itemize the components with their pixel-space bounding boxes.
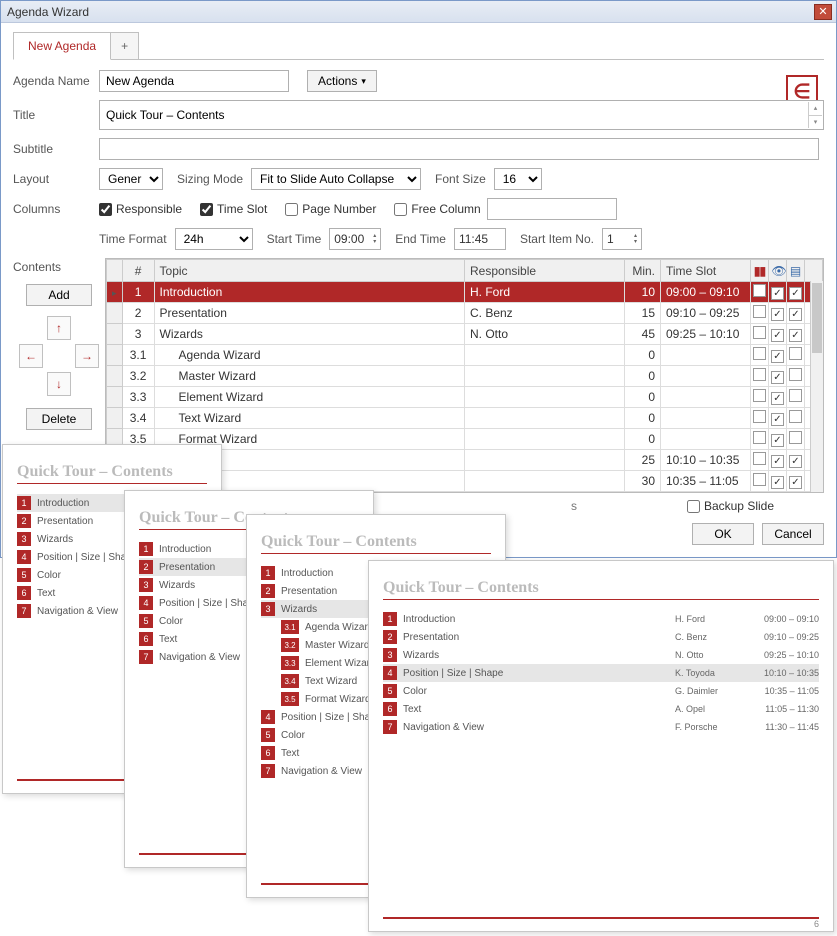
table-row[interactable]: 2PresentationC. Benz1509:10 – 09:25 [107, 303, 823, 324]
label-font-size: Font Size [435, 172, 486, 186]
grid-checkbox[interactable] [771, 287, 784, 300]
grid-checkbox[interactable] [753, 368, 766, 381]
titlebar: Agenda Wizard ✕ [1, 1, 836, 23]
free-column-input[interactable] [487, 198, 617, 220]
label-start-time: Start Time [267, 232, 322, 246]
grid-checkbox[interactable] [753, 473, 766, 486]
grid-checkbox[interactable] [789, 287, 802, 300]
preview-item: 3WizardsN. Otto09:25 – 10:10 [383, 646, 819, 664]
grid-checkbox[interactable] [753, 347, 766, 360]
delete-button[interactable]: Delete [26, 408, 92, 430]
grid-checkbox[interactable] [771, 329, 784, 342]
grid-checkbox[interactable] [753, 284, 766, 297]
move-up-button[interactable]: ↑ [47, 316, 71, 340]
grid-checkbox[interactable] [789, 455, 802, 468]
label-contents: Contents [13, 260, 105, 274]
grid-checkbox[interactable] [789, 347, 802, 360]
subtitle-input[interactable] [99, 138, 819, 160]
close-button[interactable]: ✕ [814, 4, 832, 20]
label-start-item-no: Start Item No. [520, 232, 594, 246]
grid-checkbox[interactable] [789, 431, 802, 444]
col-topic[interactable]: Topic [154, 260, 464, 282]
outdent-button[interactable]: ← [19, 344, 43, 368]
table-row[interactable]: 1IntroductionH. Ford1009:00 – 09:10 [107, 282, 823, 303]
grid-checkbox[interactable] [771, 308, 784, 321]
col-eye-icon: 👁 [769, 260, 787, 282]
grid-checkbox[interactable] [753, 305, 766, 318]
tab-add[interactable]: + [110, 32, 139, 59]
title-input[interactable] [106, 103, 801, 127]
indent-button[interactable]: → [75, 344, 99, 368]
label-subtitle: Subtitle [13, 142, 99, 156]
title-input-wrap: ▴▾ [99, 100, 824, 130]
grid-scrollbar[interactable] [810, 281, 823, 492]
col-pause-icon: ▮▮ [751, 260, 769, 282]
agenda-name-input[interactable] [99, 70, 289, 92]
grid-checkbox[interactable] [771, 455, 784, 468]
add-button[interactable]: Add [26, 284, 92, 306]
tab-new-agenda[interactable]: New Agenda [13, 32, 111, 60]
sizing-mode-select[interactable]: Fit to Slide Auto Collapse [251, 168, 421, 190]
grid-checkbox[interactable] [753, 389, 766, 402]
preview-item: 6TextA. Opel11:05 – 11:30 [383, 700, 819, 718]
preview-item: 2PresentationC. Benz09:10 – 09:25 [383, 628, 819, 646]
title-stepper-down[interactable]: ▾ [808, 116, 822, 129]
label-end-time: End Time [395, 232, 446, 246]
grid-checkbox[interactable] [753, 326, 766, 339]
ok-button[interactable]: OK [692, 523, 754, 545]
grid-checkbox[interactable] [771, 413, 784, 426]
grid-checkbox[interactable] [771, 434, 784, 447]
label-sizing-mode: Sizing Mode [177, 172, 243, 186]
grid-checkbox[interactable] [753, 410, 766, 423]
cancel-button[interactable]: Cancel [762, 523, 824, 545]
preview-slide-4: Quick Tour – Contents 1IntroductionH. Fo… [368, 560, 834, 932]
label-time-format: Time Format [99, 232, 167, 246]
col-num[interactable]: # [122, 260, 154, 282]
checkbox-responsible[interactable]: Responsible [99, 202, 182, 216]
end-time-input[interactable]: 11:45 [454, 228, 506, 250]
col-slide-icon: ▤ [787, 260, 805, 282]
table-row[interactable]: 3.2Master Wizard0 [107, 366, 823, 387]
preview-item: 4Position | Size | ShapeK. Toyoda10:10 –… [383, 664, 819, 682]
preview-item: 1IntroductionH. Ford09:00 – 09:10 [383, 610, 819, 628]
label-agenda-name: Agenda Name [13, 74, 99, 88]
grid-checkbox[interactable] [789, 476, 802, 489]
col-time-slot[interactable]: Time Slot [661, 260, 751, 282]
start-item-no-input[interactable]: 1▴▾ [602, 228, 642, 250]
time-format-select[interactable]: 24h [175, 228, 253, 250]
grid-checkbox[interactable] [771, 476, 784, 489]
checkbox-page-number[interactable]: Page Number [285, 202, 376, 216]
layout-select[interactable]: Generic [99, 168, 163, 190]
preview-item: 5ColorG. Daimler10:35 – 11:05 [383, 682, 819, 700]
grid-checkbox[interactable] [789, 410, 802, 423]
table-row[interactable]: 3.3Element Wizard0 [107, 387, 823, 408]
grid-checkbox[interactable] [771, 392, 784, 405]
label-layout: Layout [13, 172, 99, 186]
table-row[interactable]: 3.1Agenda Wizard0 [107, 345, 823, 366]
grid-checkbox[interactable] [789, 368, 802, 381]
checkbox-free-column[interactable]: Free Column [394, 202, 480, 216]
font-size-select[interactable]: 16 [494, 168, 542, 190]
grid-checkbox[interactable] [789, 329, 802, 342]
window-title: Agenda Wizard [5, 5, 814, 19]
preview-item: 7Navigation & ViewF. Porsche11:30 – 11:4… [383, 718, 819, 736]
checkbox-time-slot[interactable]: Time Slot [200, 202, 267, 216]
title-stepper-up[interactable]: ▴ [808, 102, 822, 116]
start-time-input[interactable]: 09:00▴▾ [329, 228, 381, 250]
label-title: Title [13, 108, 99, 122]
grid-checkbox[interactable] [771, 350, 784, 363]
checkbox-backup-slide[interactable]: Backup Slide [687, 499, 774, 513]
actions-dropdown[interactable]: Actions▾ [307, 70, 377, 92]
grid-checkbox[interactable] [789, 308, 802, 321]
grid-checkbox[interactable] [753, 452, 766, 465]
col-responsible[interactable]: Responsible [465, 260, 625, 282]
col-min[interactable]: Min. [625, 260, 661, 282]
move-down-button[interactable]: ↓ [47, 372, 71, 396]
label-columns: Columns [13, 202, 99, 216]
table-row[interactable]: 3.4Text Wizard0 [107, 408, 823, 429]
table-row[interactable]: 3WizardsN. Otto4509:25 – 10:10 [107, 324, 823, 345]
grid-checkbox[interactable] [753, 431, 766, 444]
grid-checkbox[interactable] [771, 371, 784, 384]
grid-checkbox[interactable] [789, 389, 802, 402]
